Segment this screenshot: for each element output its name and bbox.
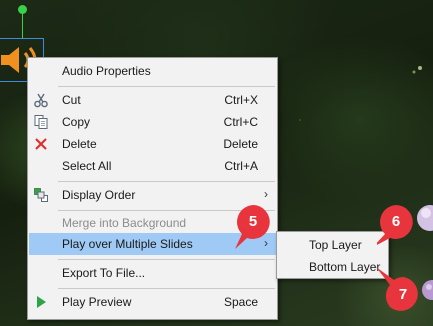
callout-number: 6 <box>391 213 401 230</box>
menu-item-select-all[interactable]: Select All Ctrl+A <box>29 155 276 177</box>
chevron-right-icon: › <box>264 187 268 201</box>
menu-separator <box>58 288 275 289</box>
menu-item-delete[interactable]: Delete Delete <box>29 133 276 155</box>
menu-item-label: Audio Properties <box>62 64 151 78</box>
submenu-item-top-layer[interactable]: Top Layer <box>278 234 387 255</box>
rotate-handle-line <box>22 10 23 38</box>
menu-item-label: Play Preview <box>62 295 132 309</box>
menu-item-label: Copy <box>62 115 91 129</box>
copy-icon <box>33 114 49 130</box>
menu-item-label: Delete <box>62 137 97 151</box>
menu-item-cut[interactable]: Cut Ctrl+X <box>29 89 276 111</box>
rotate-handle[interactable] <box>18 5 27 14</box>
submenu-item-label: Bottom Layer <box>309 260 381 274</box>
scissors-icon <box>33 92 49 108</box>
menu-item-shortcut: Delete <box>223 137 258 151</box>
menu-separator <box>58 86 275 87</box>
menu-separator <box>58 259 275 260</box>
submenu-item-bottom-layer[interactable]: Bottom Layer <box>278 256 387 277</box>
menu-item-shortcut: Space <box>223 295 258 309</box>
display-order-icon <box>33 187 49 203</box>
delete-x-icon <box>33 136 49 152</box>
menu-item-audio-properties[interactable]: Audio Properties <box>29 60 276 82</box>
menu-item-play-preview[interactable]: Play Preview Space <box>29 291 276 313</box>
menu-item-shortcut: Ctrl+A <box>224 159 258 173</box>
menu-separator <box>58 181 275 182</box>
menu-item-copy[interactable]: Copy Ctrl+C <box>29 111 276 133</box>
menu-item-shortcut: Ctrl+C <box>223 115 258 129</box>
menu-item-label: Select All <box>62 159 112 173</box>
callout-number: 5 <box>248 213 258 230</box>
step-callout-5: 5 <box>235 205 270 249</box>
menu-item-shortcut: Ctrl+X <box>224 93 258 107</box>
menu-item-label: Export To File... <box>62 266 146 280</box>
step-callout-7: 7 <box>376 267 418 313</box>
submenu-item-label: Top Layer <box>309 238 362 252</box>
menu-item-label: Merge into Background <box>62 216 187 230</box>
play-icon <box>33 294 49 310</box>
callout-number: 7 <box>398 286 408 303</box>
submenu-layer: Top Layer Bottom Layer <box>276 231 389 279</box>
menu-item-label: Cut <box>62 93 81 107</box>
menu-item-export-to-file[interactable]: Export To File... <box>29 262 276 284</box>
context-menu: Audio Properties Cut Ctrl+X Copy Ctrl+C <box>27 57 278 320</box>
step-callout-6: 6 <box>377 205 413 245</box>
menu-item-label: Display Order <box>62 188 136 202</box>
menu-item-label: Play over Multiple Slides <box>62 237 193 251</box>
